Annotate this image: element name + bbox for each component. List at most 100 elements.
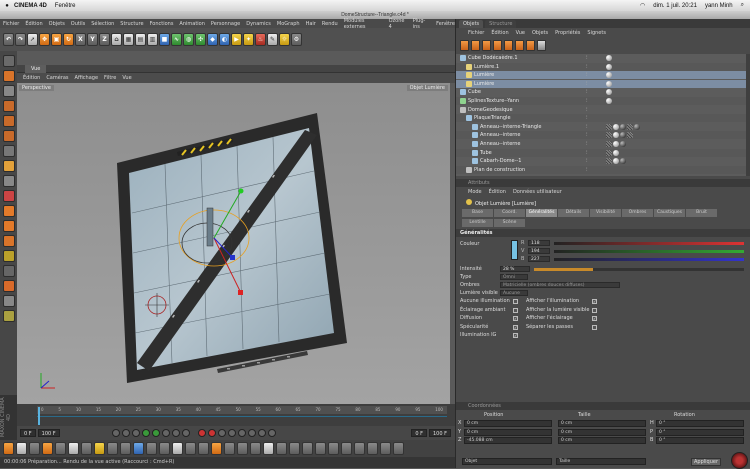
menu-9[interactable]: Dynamics [246,21,271,27]
lock-icon[interactable] [2,265,15,277]
position-key-button[interactable] [227,429,236,437]
color-g-field[interactable]: 194 [528,248,550,254]
x-handle-knob[interactable] [238,290,243,295]
viewport-camera-label[interactable]: Perspective [19,85,54,91]
viewport-object-label[interactable]: Objet Lumière [406,85,448,91]
axis-z-button[interactable]: Z [99,33,110,46]
object-row[interactable]: Cube Dodécaèdre.1 ⁝ [456,54,746,62]
material-tag-icon[interactable] [613,158,619,165]
size-field[interactable]: 0 cm [558,437,646,444]
object-row[interactable]: Lumière.1 ⁝ [456,62,746,71]
material-icon-31[interactable] [393,442,404,455]
tag-icon[interactable] [606,89,612,96]
light-button[interactable]: ✦ [243,33,254,46]
end-frame-field[interactable]: 100 F [37,429,60,437]
camera-button[interactable]: ▶ [231,33,242,46]
menu-3[interactable]: Outils [71,21,85,27]
visibility-dots[interactable]: ⁝ [586,167,590,173]
material-icon-19[interactable] [237,442,248,455]
material-tag-icon[interactable] [606,141,612,147]
timeline-ruler[interactable]: 0 5 10 15 20 25 30 35 40 45 50 55 60 65 70 75 80 85 90 95 10… [37,406,447,414]
axis-mode-icon[interactable] [2,145,15,157]
material-icon-28[interactable] [354,442,365,455]
keyframe-selection-button[interactable] [217,429,226,437]
object-row[interactable]: PlaqueTriangle ⁝ [456,114,746,123]
material-icon-26[interactable] [328,442,339,455]
sculpt-button[interactable]: ☼ [279,33,290,46]
cube-button[interactable]: ■ [159,33,170,46]
visibility-dots[interactable]: ⁝ [586,132,590,138]
coord-system-button[interactable]: ⌂ [111,33,122,46]
attr-tab[interactable]: Bruit [686,209,717,217]
view-menu-1[interactable]: Caméras [46,75,68,81]
visibility-dots[interactable]: ⁝ [586,141,590,147]
attr-tab[interactable]: Généralités [526,209,557,217]
object-row[interactable]: Anneau--interne-Triangle ⁝ [456,123,746,131]
view-menu-4[interactable]: Vue [122,75,131,81]
option-checkbox[interactable] [513,307,518,313]
tab-structure[interactable]: Structure [485,20,517,28]
object-name[interactable]: Lumière.1 [474,63,499,71]
render-region-icon[interactable] [2,280,15,292]
rotation-field[interactable]: 0 ° [656,420,744,427]
material-icon-16[interactable] [198,442,209,455]
display-option-checkbox[interactable]: ✓ [592,299,597,304]
visibility-dots[interactable]: ⁝ [586,81,590,87]
tweak-mode-icon[interactable] [2,160,15,172]
attr-tab[interactable]: Scène [494,218,525,227]
menu-16[interactable]: Fenêtre [436,21,455,27]
texture-mode-icon[interactable] [2,85,15,97]
tab-view[interactable]: Vue [25,65,47,73]
material-tag-icon[interactable] [613,132,619,139]
misc-tool-icon[interactable] [2,310,15,322]
clock[interactable]: dim. 1 juil. 20:21 [653,3,697,9]
visibility-dots[interactable]: ⁝ [586,89,590,95]
intensity-field[interactable]: 28 % [500,266,530,272]
tab-objects[interactable]: Objets [459,20,484,28]
rotation-field[interactable]: 0 ° [656,428,744,436]
object-row[interactable]: Plan de construction ⁝ [456,165,746,174]
start-frame-field[interactable]: 0 F [20,429,36,437]
object-name[interactable]: DomeGeodesique [468,106,513,114]
live-select-button[interactable]: ➚ [27,33,38,46]
menu-7[interactable]: Animation [179,21,205,27]
tag-icon[interactable] [606,80,612,87]
object-name[interactable]: PlaqueTriangle [474,114,511,122]
sculpt-mode-icon[interactable] [2,220,15,232]
material-tag-icon[interactable] [613,149,619,156]
scale-button[interactable]: ▣ [51,33,62,46]
animation-mode-icon[interactable] [2,190,15,202]
om-menu-0[interactable]: Fichier [468,30,484,36]
material-tag-icon[interactable] [620,123,626,130]
material-icon-20[interactable] [250,442,261,455]
material-icon-17[interactable] [211,442,222,455]
menu-11[interactable]: Hair [306,21,316,27]
material-tag-icon[interactable] [620,141,626,147]
prev-frame-button[interactable] [131,429,140,437]
viewport[interactable]: Perspective Objet Lumière [17,83,450,404]
nurbs-button[interactable]: ◍ [183,33,194,46]
menu-4[interactable]: Sélection [91,21,114,27]
object-row[interactable]: Anneau--interne ⁝ [456,140,746,148]
tag-icon[interactable] [606,98,612,104]
size-mode-select[interactable]: Taille [556,458,646,465]
material-icon-14[interactable] [172,442,183,455]
scene-button[interactable]: ◐ [219,33,230,46]
timeline[interactable]: 0 5 10 15 20 25 30 35 40 45 50 55 60 65 70 75 80 85 90 95 10… [17,404,455,426]
scale-key-button[interactable] [237,429,246,437]
object-name[interactable]: Cabarh-Dome--1 [480,157,521,165]
material-icon-7[interactable] [81,442,92,455]
object-row[interactable]: SplinesTexture--Yann ⁝ [456,97,746,105]
polygons-mode-icon[interactable] [2,130,15,142]
edges-mode-icon[interactable] [2,115,15,127]
om-tool-icon-4[interactable] [493,40,502,51]
om-menu-5[interactable]: Signets [587,30,606,36]
object-name[interactable]: Tube [480,149,492,157]
object-row[interactable]: Cube ⁝ [456,88,746,96]
menu-12[interactable]: Rendu [322,21,338,27]
position-field[interactable]: 0 cm [464,428,552,436]
color-r-field[interactable]: 118 [528,240,550,246]
visibility-dots[interactable]: ⁝ [586,55,590,61]
size-field[interactable]: 0 cm [558,420,646,427]
play-button[interactable] [151,429,160,437]
